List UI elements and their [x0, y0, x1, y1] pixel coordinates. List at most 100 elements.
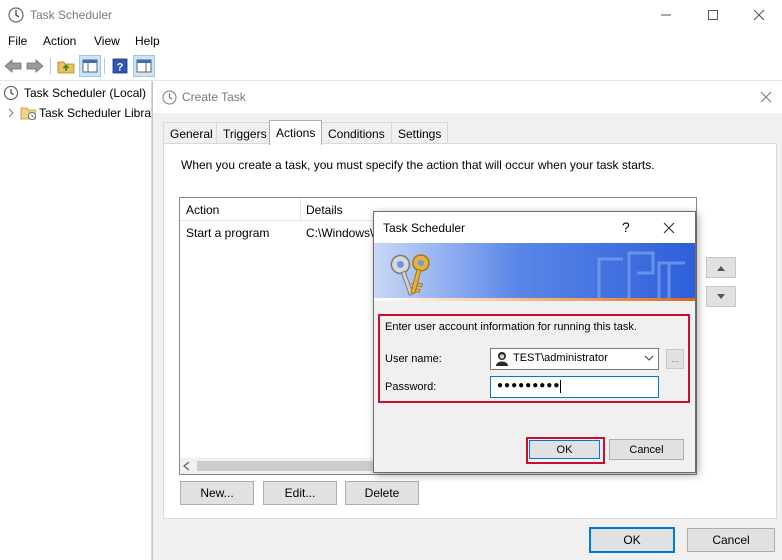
- toolbar: ?: [0, 52, 782, 81]
- move-up-button[interactable]: [706, 257, 736, 278]
- banner-accent-line: [374, 298, 695, 301]
- browse-user-label: ...: [671, 354, 679, 364]
- back-arrow-icon: [4, 59, 22, 73]
- minimize-button[interactable]: [643, 0, 689, 30]
- triangle-up-icon: [717, 265, 725, 271]
- menu-bar: File Action View Help: [0, 30, 782, 52]
- toolbar-separator: [104, 58, 105, 74]
- console-tree-icon: [82, 59, 98, 73]
- chevron-down-icon[interactable]: [644, 355, 654, 362]
- edit-button-label: Edit...: [284, 486, 316, 500]
- folder-up-icon: [57, 61, 75, 74]
- folder-clock-icon: [20, 107, 36, 120]
- credentials-dialog: Task Scheduler ? Enter user account info…: [373, 211, 696, 473]
- create-task-ok-button[interactable]: OK: [589, 527, 675, 553]
- triangle-down-icon: [717, 293, 725, 299]
- clock-icon: [8, 7, 24, 23]
- tree-root-item[interactable]: Task Scheduler (Local): [3, 84, 151, 102]
- create-task-title-bar: Create Task: [153, 81, 782, 113]
- action-pane-icon: [136, 59, 152, 73]
- username-value: TEST\administrator: [513, 352, 608, 364]
- ok-button-label: OK: [623, 533, 641, 547]
- console-tree: Task Scheduler (Local) Task Scheduler Li…: [0, 81, 152, 560]
- dialog-banner: [374, 243, 695, 301]
- tab-triggers-label: Triggers: [223, 126, 267, 141]
- help-book-icon: ?: [112, 58, 128, 74]
- text-cursor: [560, 380, 561, 393]
- up-folder-button[interactable]: [56, 56, 76, 76]
- dialog-title: Task Scheduler: [383, 221, 466, 235]
- tree-item-library[interactable]: Task Scheduler Libra: [6, 104, 151, 122]
- tab-general[interactable]: General: [163, 122, 220, 144]
- move-down-button[interactable]: [706, 286, 736, 307]
- ok-highlight-box: OK: [526, 437, 605, 464]
- tree-library-label: Task Scheduler Libra: [38, 106, 151, 120]
- decorative-watermark-icon: [597, 251, 685, 299]
- dialog-help-button[interactable]: ?: [622, 219, 630, 235]
- edit-action-button[interactable]: Edit...: [263, 481, 337, 505]
- row-details-cell: C:\Windows\: [306, 226, 374, 240]
- password-label: Password:: [385, 381, 437, 393]
- dialog-close-button[interactable]: [660, 219, 678, 237]
- dialog-cancel-button[interactable]: Cancel: [609, 439, 684, 460]
- show-hide-action-pane-button[interactable]: [133, 55, 155, 77]
- tree-root-label: Task Scheduler (Local): [24, 86, 147, 100]
- username-combobox[interactable]: TEST\administrator: [490, 348, 659, 370]
- menu-file[interactable]: File: [8, 34, 27, 48]
- scroll-left-icon[interactable]: [183, 462, 191, 470]
- browse-user-button[interactable]: ...: [666, 349, 684, 369]
- maximize-button[interactable]: [690, 0, 736, 30]
- forward-button[interactable]: [25, 56, 45, 76]
- tab-actions[interactable]: Actions: [269, 120, 323, 145]
- close-icon: [753, 9, 765, 21]
- menu-help[interactable]: Help: [135, 34, 160, 48]
- help-button[interactable]: ?: [110, 56, 130, 76]
- dialog-ok-label: OK: [556, 443, 573, 456]
- back-button[interactable]: [3, 56, 23, 76]
- forward-arrow-icon: [26, 59, 44, 73]
- delete-action-button[interactable]: Delete: [345, 481, 419, 505]
- create-task-cancel-button[interactable]: Cancel: [687, 528, 775, 552]
- actions-description: When you create a task, you must specify…: [181, 158, 655, 172]
- user-icon: [496, 352, 508, 366]
- keys-icon: [390, 254, 430, 296]
- dialog-cancel-label: Cancel: [629, 443, 664, 456]
- tab-general-label: General: [170, 126, 213, 141]
- close-icon: [760, 91, 772, 103]
- column-header-action[interactable]: Action: [186, 203, 219, 217]
- tab-triggers[interactable]: Triggers: [216, 122, 274, 144]
- main-title-bar: Task Scheduler: [0, 0, 782, 30]
- delete-button-label: Delete: [364, 486, 400, 500]
- tab-actions-label: Actions: [276, 126, 316, 140]
- tab-settings[interactable]: Settings: [391, 122, 449, 144]
- username-label: User name:: [385, 353, 442, 365]
- column-header-details[interactable]: Details: [306, 203, 343, 217]
- menu-view[interactable]: View: [94, 34, 120, 48]
- dialog-prompt: Enter user account information for runni…: [385, 321, 637, 333]
- tab-settings-label: Settings: [398, 126, 442, 141]
- column-divider[interactable]: [300, 198, 301, 220]
- svg-text:?: ?: [117, 62, 124, 74]
- dialog-ok-button[interactable]: OK: [529, 440, 600, 459]
- clock-icon: [162, 90, 177, 105]
- new-action-button[interactable]: New...: [180, 481, 254, 505]
- scrollbar-thumb[interactable]: [197, 461, 377, 471]
- close-icon: [663, 222, 675, 234]
- create-task-title: Create Task: [182, 90, 246, 104]
- create-task-close-button[interactable]: [755, 87, 777, 107]
- window-title: Task Scheduler: [30, 8, 113, 22]
- maximize-icon: [708, 10, 718, 20]
- cancel-button-label: Cancel: [712, 533, 750, 547]
- show-hide-console-tree-button[interactable]: [79, 55, 101, 77]
- menu-action[interactable]: Action: [43, 34, 76, 48]
- chevron-right-icon[interactable]: [6, 108, 15, 118]
- clock-icon: [3, 85, 19, 101]
- toolbar-separator: [50, 58, 51, 74]
- tab-conditions[interactable]: Conditions: [321, 122, 392, 144]
- new-button-label: New...: [200, 486, 234, 500]
- password-field[interactable]: ●●●●●●●●●: [490, 376, 659, 398]
- dialog-title-bar: Task Scheduler ?: [374, 212, 695, 243]
- minimize-icon: [661, 14, 671, 16]
- close-button[interactable]: [736, 0, 782, 30]
- tab-conditions-label: Conditions: [328, 126, 385, 141]
